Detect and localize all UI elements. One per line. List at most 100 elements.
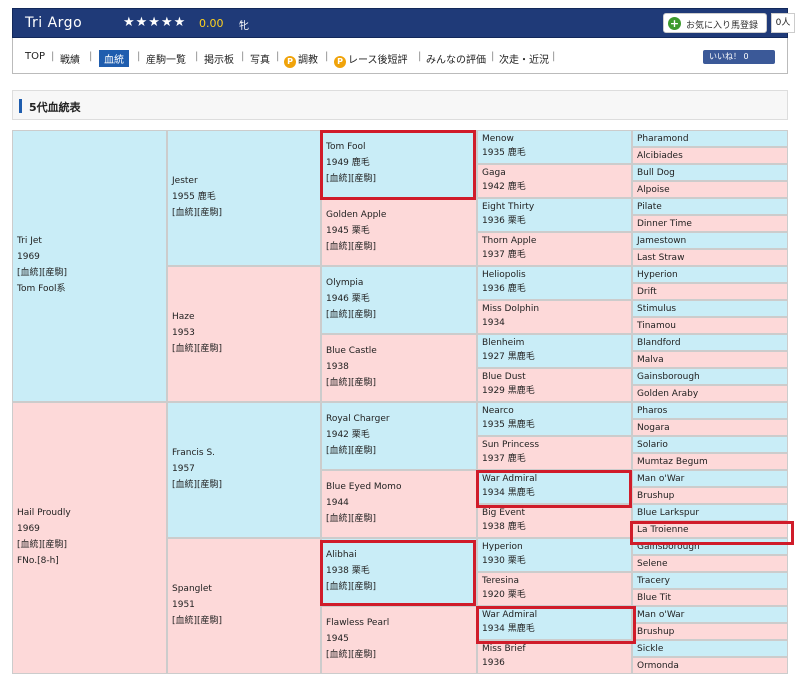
ancestor-name[interactable]: Spanglet — [172, 581, 316, 597]
ancestor-name[interactable]: Sickle — [637, 642, 783, 656]
ancestor-name[interactable]: Man o'War — [637, 472, 783, 486]
ancestor-name[interactable]: Alcibiades — [637, 149, 783, 163]
pedigree-links[interactable]: [血統][産駒] — [172, 477, 316, 493]
ancestor-name[interactable]: Pilate — [637, 200, 783, 214]
ancestor-name[interactable]: Gainsborough — [637, 540, 783, 554]
ancestor-name[interactable]: Hyperion — [482, 540, 627, 554]
ancestor-name[interactable]: Tri Jet — [17, 233, 162, 249]
ancestor-name[interactable]: Sun Princess — [482, 438, 627, 452]
ancestor-name[interactable]: Man o'War — [637, 608, 783, 622]
ancestor-name[interactable]: Pharos — [637, 404, 783, 418]
ancestor-name[interactable]: Royal Charger — [326, 411, 472, 427]
pedigree-cell: Solario — [632, 436, 788, 453]
ancestor-name[interactable]: Teresina — [482, 574, 627, 588]
ancestor-name[interactable]: Gaga — [482, 166, 627, 180]
ancestor-name[interactable]: Bull Dog — [637, 166, 783, 180]
ancestor-name[interactable]: Flawless Pearl — [326, 615, 472, 631]
pedigree-links[interactable]: [血統][産駒] — [326, 443, 472, 459]
nav-bbs[interactable]: 掲示板 — [204, 51, 234, 66]
nav-photos[interactable]: 写真 — [250, 51, 270, 66]
ancestor-name[interactable]: Golden Apple — [326, 207, 472, 223]
pedigree-cell: Bull Dog — [632, 164, 788, 181]
ancestor-name[interactable]: Dinner Time — [637, 217, 783, 231]
ancestor-name[interactable]: Jester — [172, 173, 316, 189]
pedigree-links[interactable]: [血統][産駒] — [172, 613, 316, 629]
ancestor-name[interactable]: War Admiral — [482, 472, 627, 486]
ancestor-name[interactable]: Stimulus — [637, 302, 783, 316]
ancestor-name[interactable]: Golden Araby — [637, 387, 783, 401]
ancestor-name[interactable]: Eight Thirty — [482, 200, 627, 214]
pedigree-cell: War Admiral 1934 黒鹿毛 — [477, 470, 632, 504]
pedigree-links[interactable]: [血統][産駒] — [172, 205, 316, 221]
pedigree-links[interactable]: [血統][産駒] — [17, 537, 162, 553]
ancestor-name[interactable]: Haze — [172, 309, 316, 325]
pedigree-cell: Blandford — [632, 334, 788, 351]
ancestor-name[interactable]: Miss Dolphin — [482, 302, 627, 316]
ancestor-name[interactable]: Big Event — [482, 506, 627, 520]
ancestor-name[interactable]: La Troienne — [637, 523, 783, 537]
pedigree-links[interactable]: [血統][産駒] — [326, 511, 472, 527]
pedigree-cell: Blue Dust 1929 黒鹿毛 — [477, 368, 632, 402]
pedigree-links[interactable]: [血統][産駒] — [172, 341, 316, 357]
ancestor-name[interactable]: Malva — [637, 353, 783, 367]
pedigree-links[interactable]: [血統][産駒] — [326, 579, 472, 595]
ancestor-name[interactable]: Tinamou — [637, 319, 783, 333]
ancestor-name[interactable]: War Admiral — [482, 608, 627, 622]
nav-divider: | — [491, 51, 495, 62]
ancestor-name[interactable]: Drift — [637, 285, 783, 299]
horse-sex: 牝 — [239, 21, 249, 32]
ancestor-name[interactable]: Blue Castle — [326, 343, 472, 359]
ancestor-name[interactable]: Selene — [637, 557, 783, 571]
nav-pedigree[interactable]: 血統 — [99, 50, 129, 67]
pedigree-links[interactable]: [血統][産駒] — [326, 647, 472, 663]
ancestor-name[interactable]: Alpoise — [637, 183, 783, 197]
ancestor-name[interactable]: Ormonda — [637, 659, 783, 673]
ancestor-name[interactable]: Pharamond — [637, 132, 783, 146]
pedigree-cell: Sickle — [632, 640, 788, 657]
ancestor-name[interactable]: Alibhai — [326, 547, 472, 563]
ancestor-name[interactable]: Solario — [637, 438, 783, 452]
pedigree-links[interactable]: [血統][産駒] — [326, 307, 472, 323]
ancestor-name[interactable]: Blue Larkspur — [637, 506, 783, 520]
ancestor-name[interactable]: Tom Fool — [326, 139, 472, 155]
ancestor-name[interactable]: Menow — [482, 132, 627, 146]
ancestor-name[interactable]: Olympia — [326, 275, 472, 291]
ancestor-name[interactable]: Nearco — [482, 404, 627, 418]
ancestor-name[interactable]: Brushup — [637, 625, 783, 639]
ancestor-name[interactable]: Mumtaz Begum — [637, 455, 783, 469]
nav-offspring[interactable]: 産駒一覧 — [146, 51, 186, 66]
nav-ratings[interactable]: みんなの評価 — [426, 51, 486, 66]
pedigree-cell: Hyperion — [632, 266, 788, 283]
ancestor-name[interactable]: Blue Eyed Momo — [326, 479, 472, 495]
nav-top[interactable]: TOP — [25, 51, 45, 62]
ancestor-name[interactable]: Blenheim — [482, 336, 627, 350]
ancestor-name[interactable]: Blue Tit — [637, 591, 783, 605]
pedigree-links[interactable]: [血統][産駒] — [326, 239, 472, 255]
ancestor-name[interactable]: Miss Brief — [482, 642, 627, 656]
ancestor-name[interactable]: Hail Proudly — [17, 505, 162, 521]
pedigree-cell: Blue Tit — [632, 589, 788, 606]
ancestor-name[interactable]: Gainsborough — [637, 370, 783, 384]
nav-results[interactable]: 戦績 — [60, 51, 80, 66]
nav-next-race[interactable]: 次走・近況 — [499, 51, 549, 66]
ancestor-name[interactable]: Heliopolis — [482, 268, 627, 282]
ancestor-name[interactable]: Nogara — [637, 421, 783, 435]
ancestor-name[interactable]: Tracery — [637, 574, 783, 588]
pedigree-links[interactable]: [血統][産駒] — [326, 375, 472, 391]
ancestor-name[interactable]: Brushup — [637, 489, 783, 503]
nav-training[interactable]: P 調教 — [284, 51, 318, 68]
ancestor-info: 1945 栗毛 — [326, 226, 370, 236]
ancestor-name[interactable]: Francis S. — [172, 445, 316, 461]
ancestor-name[interactable]: Last Straw — [637, 251, 783, 265]
favorite-button[interactable]: + お気に入り馬登録 — [663, 13, 767, 33]
ancestor-name[interactable]: Blandford — [637, 336, 783, 350]
ancestor-name[interactable]: Thorn Apple — [482, 234, 627, 248]
pedigree-cell: Golden Apple 1945 栗毛 [血統][産駒] — [321, 198, 477, 266]
pedigree-links[interactable]: [血統][産駒] — [17, 265, 162, 281]
nav-race-review[interactable]: P レース後短評 — [334, 51, 408, 68]
ancestor-name[interactable]: Hyperion — [637, 268, 783, 282]
ancestor-name[interactable]: Jamestown — [637, 234, 783, 248]
pedigree-links[interactable]: [血統][産駒] — [326, 171, 472, 187]
facebook-like-button[interactable]: いいね！ 0 — [703, 50, 775, 64]
ancestor-name[interactable]: Blue Dust — [482, 370, 627, 384]
